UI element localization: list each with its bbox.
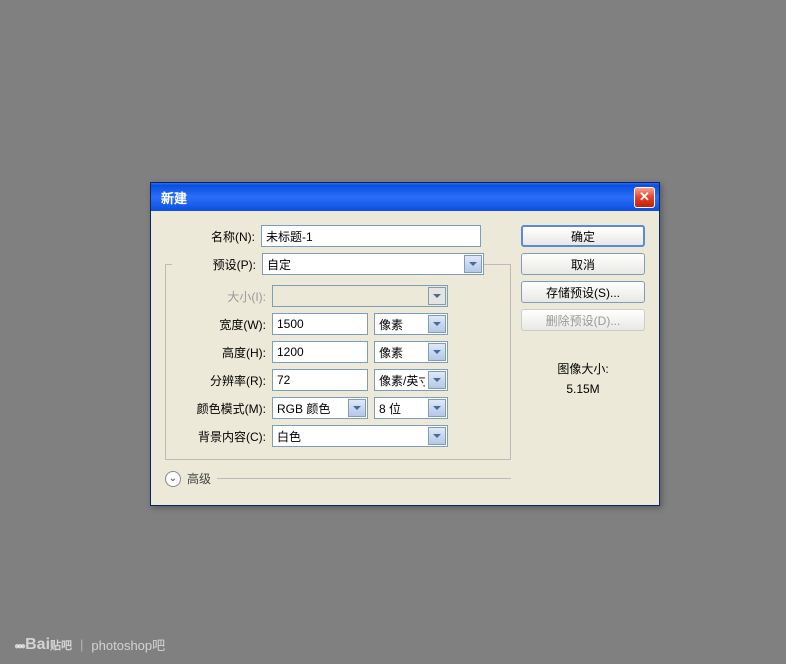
width-label: 宽度(W):: [176, 316, 266, 333]
image-size-info: 图像大小: 5.15M: [521, 359, 645, 400]
imagesize-value: 5.15M: [521, 379, 645, 399]
cancel-button[interactable]: 取消: [521, 253, 645, 275]
chevron-down-icon: [428, 427, 446, 445]
bitdepth-select[interactable]: 8 位: [374, 397, 448, 419]
size-select: [272, 285, 448, 307]
preset-group: 预设(P): 自定 大小(I): 宽度(W):: [165, 253, 511, 460]
row-size: 大小(I):: [176, 285, 500, 307]
dialog-titlebar[interactable]: 新建 ✕: [151, 183, 659, 211]
forum-name: photoshop吧: [91, 635, 165, 654]
name-label: 名称(N):: [165, 228, 255, 245]
delete-preset-button: 删除预设(D)...: [521, 309, 645, 331]
row-colormode: 颜色模式(M): RGB 颜色 8 位: [176, 397, 500, 419]
row-name: 名称(N): 未标题-1: [165, 225, 511, 247]
ok-button[interactable]: 确定: [521, 225, 645, 247]
watermark: ●●● Bai 贴吧 | photoshop吧: [14, 635, 165, 654]
resolution-input[interactable]: 72: [272, 369, 368, 391]
baidu-tieba-logo: ●●● Bai 贴吧: [14, 636, 72, 654]
save-preset-button[interactable]: 存储预设(S)...: [521, 281, 645, 303]
preset-select[interactable]: 自定: [262, 253, 484, 275]
divider: [217, 478, 511, 479]
close-button[interactable]: ✕: [634, 187, 655, 208]
height-unit-select[interactable]: 像素: [374, 341, 448, 363]
row-background: 背景内容(C): 白色: [176, 425, 500, 447]
size-label: 大小(I):: [176, 288, 266, 305]
expand-down-icon: ⌄: [165, 471, 181, 487]
dialog-left-panel: 名称(N): 未标题-1 预设(P): 自定 大小(I):: [165, 225, 511, 487]
new-document-dialog: 新建 ✕ 名称(N): 未标题-1 预设(P): 自定: [150, 182, 660, 506]
dialog-body: 名称(N): 未标题-1 预设(P): 自定 大小(I):: [151, 211, 659, 505]
height-label: 高度(H):: [176, 344, 266, 361]
dialog-title: 新建: [161, 188, 634, 207]
separator: |: [80, 637, 83, 652]
background-select[interactable]: 白色: [272, 425, 448, 447]
chevron-down-icon: [428, 399, 446, 417]
advanced-toggle[interactable]: ⌄ 高级: [165, 470, 511, 487]
row-resolution: 分辨率(R): 72 像素/英寸: [176, 369, 500, 391]
paw-icon: ●●●: [14, 641, 23, 652]
width-unit-select[interactable]: 像素: [374, 313, 448, 335]
chevron-down-icon: [428, 315, 446, 333]
height-input[interactable]: 1200: [272, 341, 368, 363]
imagesize-label: 图像大小:: [521, 359, 645, 379]
preset-label: 预设(P):: [172, 256, 256, 273]
name-input[interactable]: 未标题-1: [261, 225, 481, 247]
dialog-right-panel: 确定 取消 存储预设(S)... 删除预设(D)... 图像大小: 5.15M: [521, 225, 645, 487]
colormode-label: 颜色模式(M):: [176, 400, 266, 417]
width-input[interactable]: 1500: [272, 313, 368, 335]
row-width: 宽度(W): 1500 像素: [176, 313, 500, 335]
row-height: 高度(H): 1200 像素: [176, 341, 500, 363]
close-icon: ✕: [639, 189, 650, 205]
colormode-select[interactable]: RGB 颜色: [272, 397, 368, 419]
resolution-label: 分辨率(R):: [176, 372, 266, 389]
background-label: 背景内容(C):: [176, 428, 266, 445]
chevron-down-icon: [348, 399, 366, 417]
advanced-label: 高级: [187, 470, 211, 487]
chevron-down-icon: [428, 343, 446, 361]
resolution-unit-select[interactable]: 像素/英寸: [374, 369, 448, 391]
chevron-down-icon: [428, 287, 446, 305]
chevron-down-icon: [428, 371, 446, 389]
chevron-down-icon: [464, 255, 482, 273]
